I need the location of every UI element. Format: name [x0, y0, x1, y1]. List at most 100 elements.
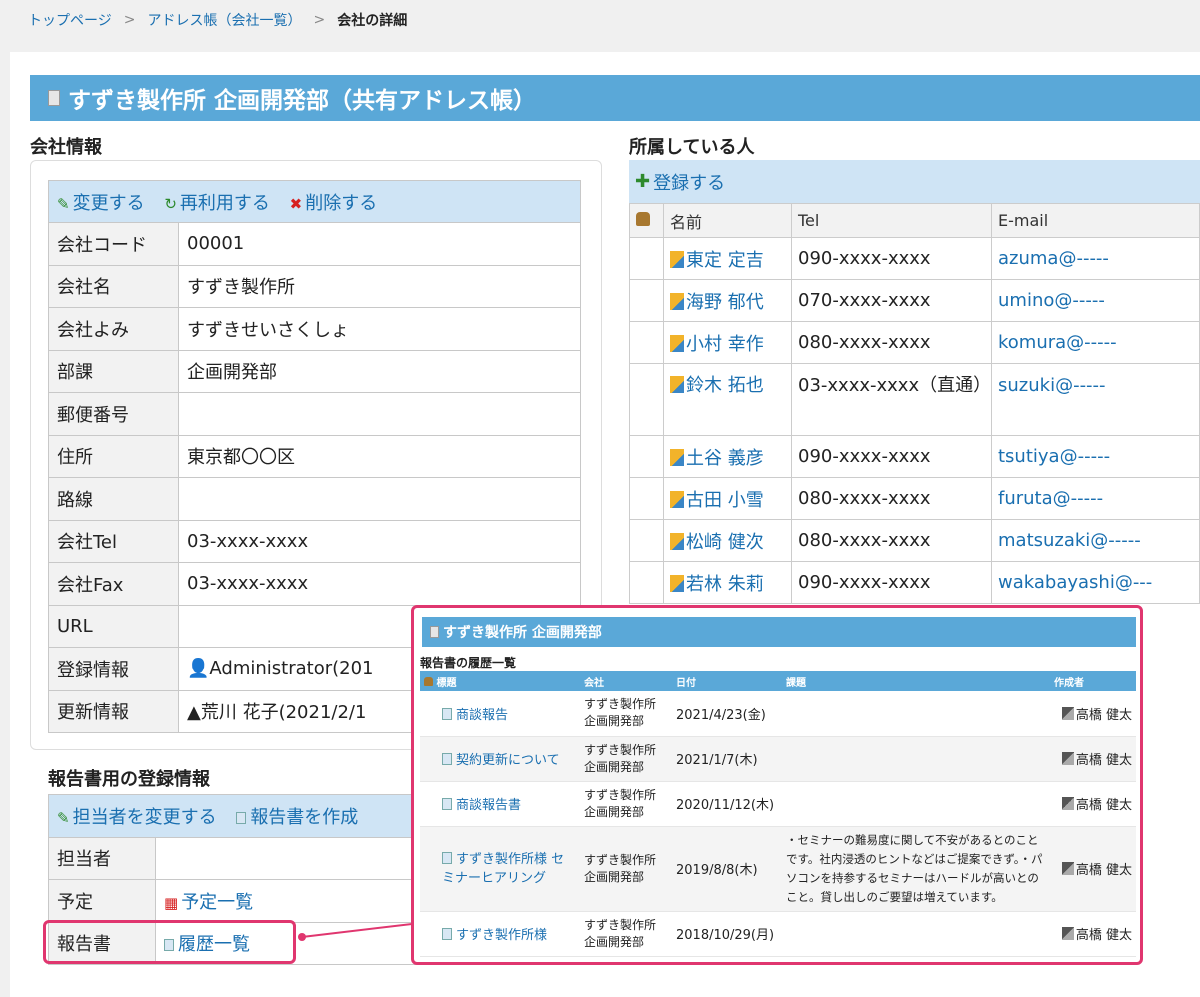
member-email-link[interactable]: furuta@----- — [991, 477, 1200, 520]
member-name-link[interactable]: 海野 郁代 — [686, 292, 764, 313]
author-avatar-icon — [1061, 927, 1074, 940]
column-header-email[interactable]: E-mail — [991, 203, 1200, 238]
report-department: 企画開発部 — [584, 934, 645, 949]
field-label: 会社Tel — [48, 519, 179, 563]
column-header-tel[interactable]: Tel — [791, 203, 992, 238]
member-email-link[interactable]: azuma@----- — [991, 237, 1200, 280]
column-header-author[interactable]: 作成者 — [1050, 671, 1136, 691]
schedule-list-link[interactable]: 予定一覧 — [181, 892, 253, 913]
report-company: すずき製作所 — [584, 852, 657, 867]
member-email-link[interactable]: komura@----- — [991, 321, 1200, 364]
column-header-date[interactable]: 日付 — [672, 671, 782, 691]
member-name-link[interactable]: 土谷 義彦 — [686, 448, 764, 469]
report-subject-link[interactable]: すずき製作所様 セミナーヒアリング — [442, 852, 564, 886]
highlight-box — [43, 920, 296, 964]
company-row: 路線 — [48, 477, 581, 521]
member-tel: 03-xxxx-xxxx（直通） — [791, 363, 992, 436]
recycle-icon: ↻ — [164, 194, 177, 213]
field-label: 会社コード — [48, 222, 179, 266]
member-name-link[interactable]: 東定 定吉 — [686, 250, 764, 271]
member-email-link[interactable]: wakabayashi@--- — [991, 561, 1200, 604]
field-value: 企画開発部 — [178, 349, 581, 393]
members-box: ✚ 登録する 名前 Tel E-mail 東定 定吉 090-xxxx-xxxx a… — [629, 160, 1200, 605]
report-row: 予定 ▦ 予定一覧 — [48, 879, 468, 923]
report-author: 高橋 健太 — [1075, 707, 1132, 723]
member-email-link[interactable]: suzuki@----- — [991, 363, 1200, 436]
breadcrumb-top-link[interactable]: トップページ — [28, 10, 112, 30]
member-row: 鈴木 拓也 03-xxxx-xxxx（直通） suzuki@----- — [629, 363, 1200, 436]
field-label: 会社よみ — [48, 307, 179, 351]
report-date: 2020/11/12(木) — [672, 781, 782, 827]
change-person-button[interactable]: ✎ 担当者を変更する — [57, 807, 217, 828]
report-row: 商談報告 すずき製作所 企画開発部 2021/4/23(金) 高橋 健太 — [420, 691, 1136, 737]
reuse-label: 再利用する — [179, 192, 270, 214]
edit-button[interactable]: ✎ 変更する — [57, 193, 145, 214]
report-header-row: 標題 会社 日付 課題 作成者 — [420, 671, 1136, 691]
field-value — [178, 477, 581, 521]
report-issue — [782, 691, 1050, 737]
field-value: 03-xxxx-xxxx — [178, 519, 581, 563]
report-subject-link[interactable]: 契約更新について — [456, 753, 560, 768]
member-name-link[interactable]: 古田 小雪 — [686, 490, 764, 511]
member-name-link[interactable]: 鈴木 拓也 — [686, 375, 764, 396]
report-company: すずき製作所 — [584, 787, 657, 802]
reuse-button[interactable]: ↻ 再利用する — [164, 193, 270, 214]
report-date: 2021/4/23(金) — [672, 691, 782, 737]
column-header-issue[interactable]: 課題 — [782, 671, 1050, 691]
field-value — [178, 392, 581, 436]
callout-connector — [298, 923, 412, 941]
report-author: 高橋 健太 — [1075, 753, 1132, 768]
member-row: 海野 郁代 070-xxxx-xxxx umino@----- — [629, 279, 1200, 322]
member-tel: 090-xxxx-xxxx — [791, 561, 992, 604]
person-card-icon — [670, 376, 684, 393]
member-name-link[interactable]: 小村 幸作 — [686, 334, 764, 355]
report-toolbar: ✎ 担当者を変更する 報告書を作成 — [48, 794, 468, 838]
field-value: 荒川 花子(2021/2/1 — [200, 702, 367, 724]
report-date: 2019/8/8(木) — [672, 826, 782, 912]
breadcrumb-address-link[interactable]: アドレス帳（会社一覧） — [147, 10, 301, 30]
member-email-link[interactable]: tsutiya@----- — [991, 435, 1200, 478]
author-avatar-icon — [1061, 706, 1074, 720]
column-header-company[interactable]: 会社 — [580, 671, 672, 691]
report-subject-link[interactable]: 商談報告書 — [456, 798, 521, 813]
member-tel: 080-xxxx-xxxx — [791, 321, 992, 364]
column-header-name[interactable]: 名前 — [663, 203, 792, 238]
report-info-heading: 報告書用の登録情報 — [48, 769, 210, 790]
member-name-link[interactable]: 松崎 健次 — [686, 532, 764, 553]
page-title-bar: すずき製作所 企画開発部（共有アドレス帳） — [30, 75, 1200, 121]
member-email-link[interactable]: matsuzaki@----- — [991, 519, 1200, 562]
user-avatar-icon: ▲ — [187, 702, 201, 724]
company-row: 会社コード 00001 — [48, 222, 581, 266]
report-history-table: 標題 会社 日付 課題 作成者 商談報告 すずき製作所 企画開発部 2021/4/… — [420, 671, 1136, 957]
member-name-link[interactable]: 若林 朱莉 — [686, 574, 764, 595]
company-toolbar: ✎ 変更する ↻ 再利用する ✖ 削除する — [48, 180, 581, 223]
member-row: 若林 朱莉 090-xxxx-xxxx wakabayashi@--- — [629, 561, 1200, 604]
field-label: 予定 — [48, 879, 156, 923]
report-author: 高橋 健太 — [1075, 928, 1132, 943]
field-label: 担当者 — [48, 836, 156, 880]
report-row: 担当者 — [48, 836, 468, 880]
member-email-link[interactable]: umino@----- — [991, 279, 1200, 322]
company-row: 会社よみ すずきせいさくしょ — [48, 307, 581, 351]
member-tel: 090-xxxx-xxxx — [791, 435, 992, 478]
delete-button[interactable]: ✖ 削除する — [290, 193, 378, 214]
report-subject-link[interactable]: 商談報告 — [456, 708, 508, 723]
field-value: すずき製作所 — [178, 264, 581, 308]
report-icon — [442, 753, 452, 765]
report-row: すずき製作所様 セミナーヒアリング すずき製作所 企画開発部 2019/8/8(木… — [420, 826, 1136, 912]
report-subject-link[interactable]: すずき製作所様 — [456, 928, 547, 943]
delete-label: 削除する — [305, 192, 378, 214]
person-card-icon — [670, 532, 684, 550]
register-button[interactable]: 登録する — [653, 169, 725, 195]
field-value: Administrator(201 — [209, 658, 374, 680]
column-header-subject[interactable]: 標題 — [436, 678, 456, 689]
company-info-heading: 会社情報 — [30, 137, 102, 158]
person-card-icon — [670, 292, 684, 310]
member-tel: 070-xxxx-xxxx — [791, 279, 992, 322]
person-card-icon — [670, 448, 684, 466]
report-company: すずき製作所 — [584, 697, 657, 712]
address-book-icon — [48, 90, 60, 106]
field-label: 路線 — [48, 477, 179, 521]
create-report-button[interactable]: 報告書を作成 — [236, 807, 358, 828]
members-heading: 所属している人 — [629, 137, 755, 158]
